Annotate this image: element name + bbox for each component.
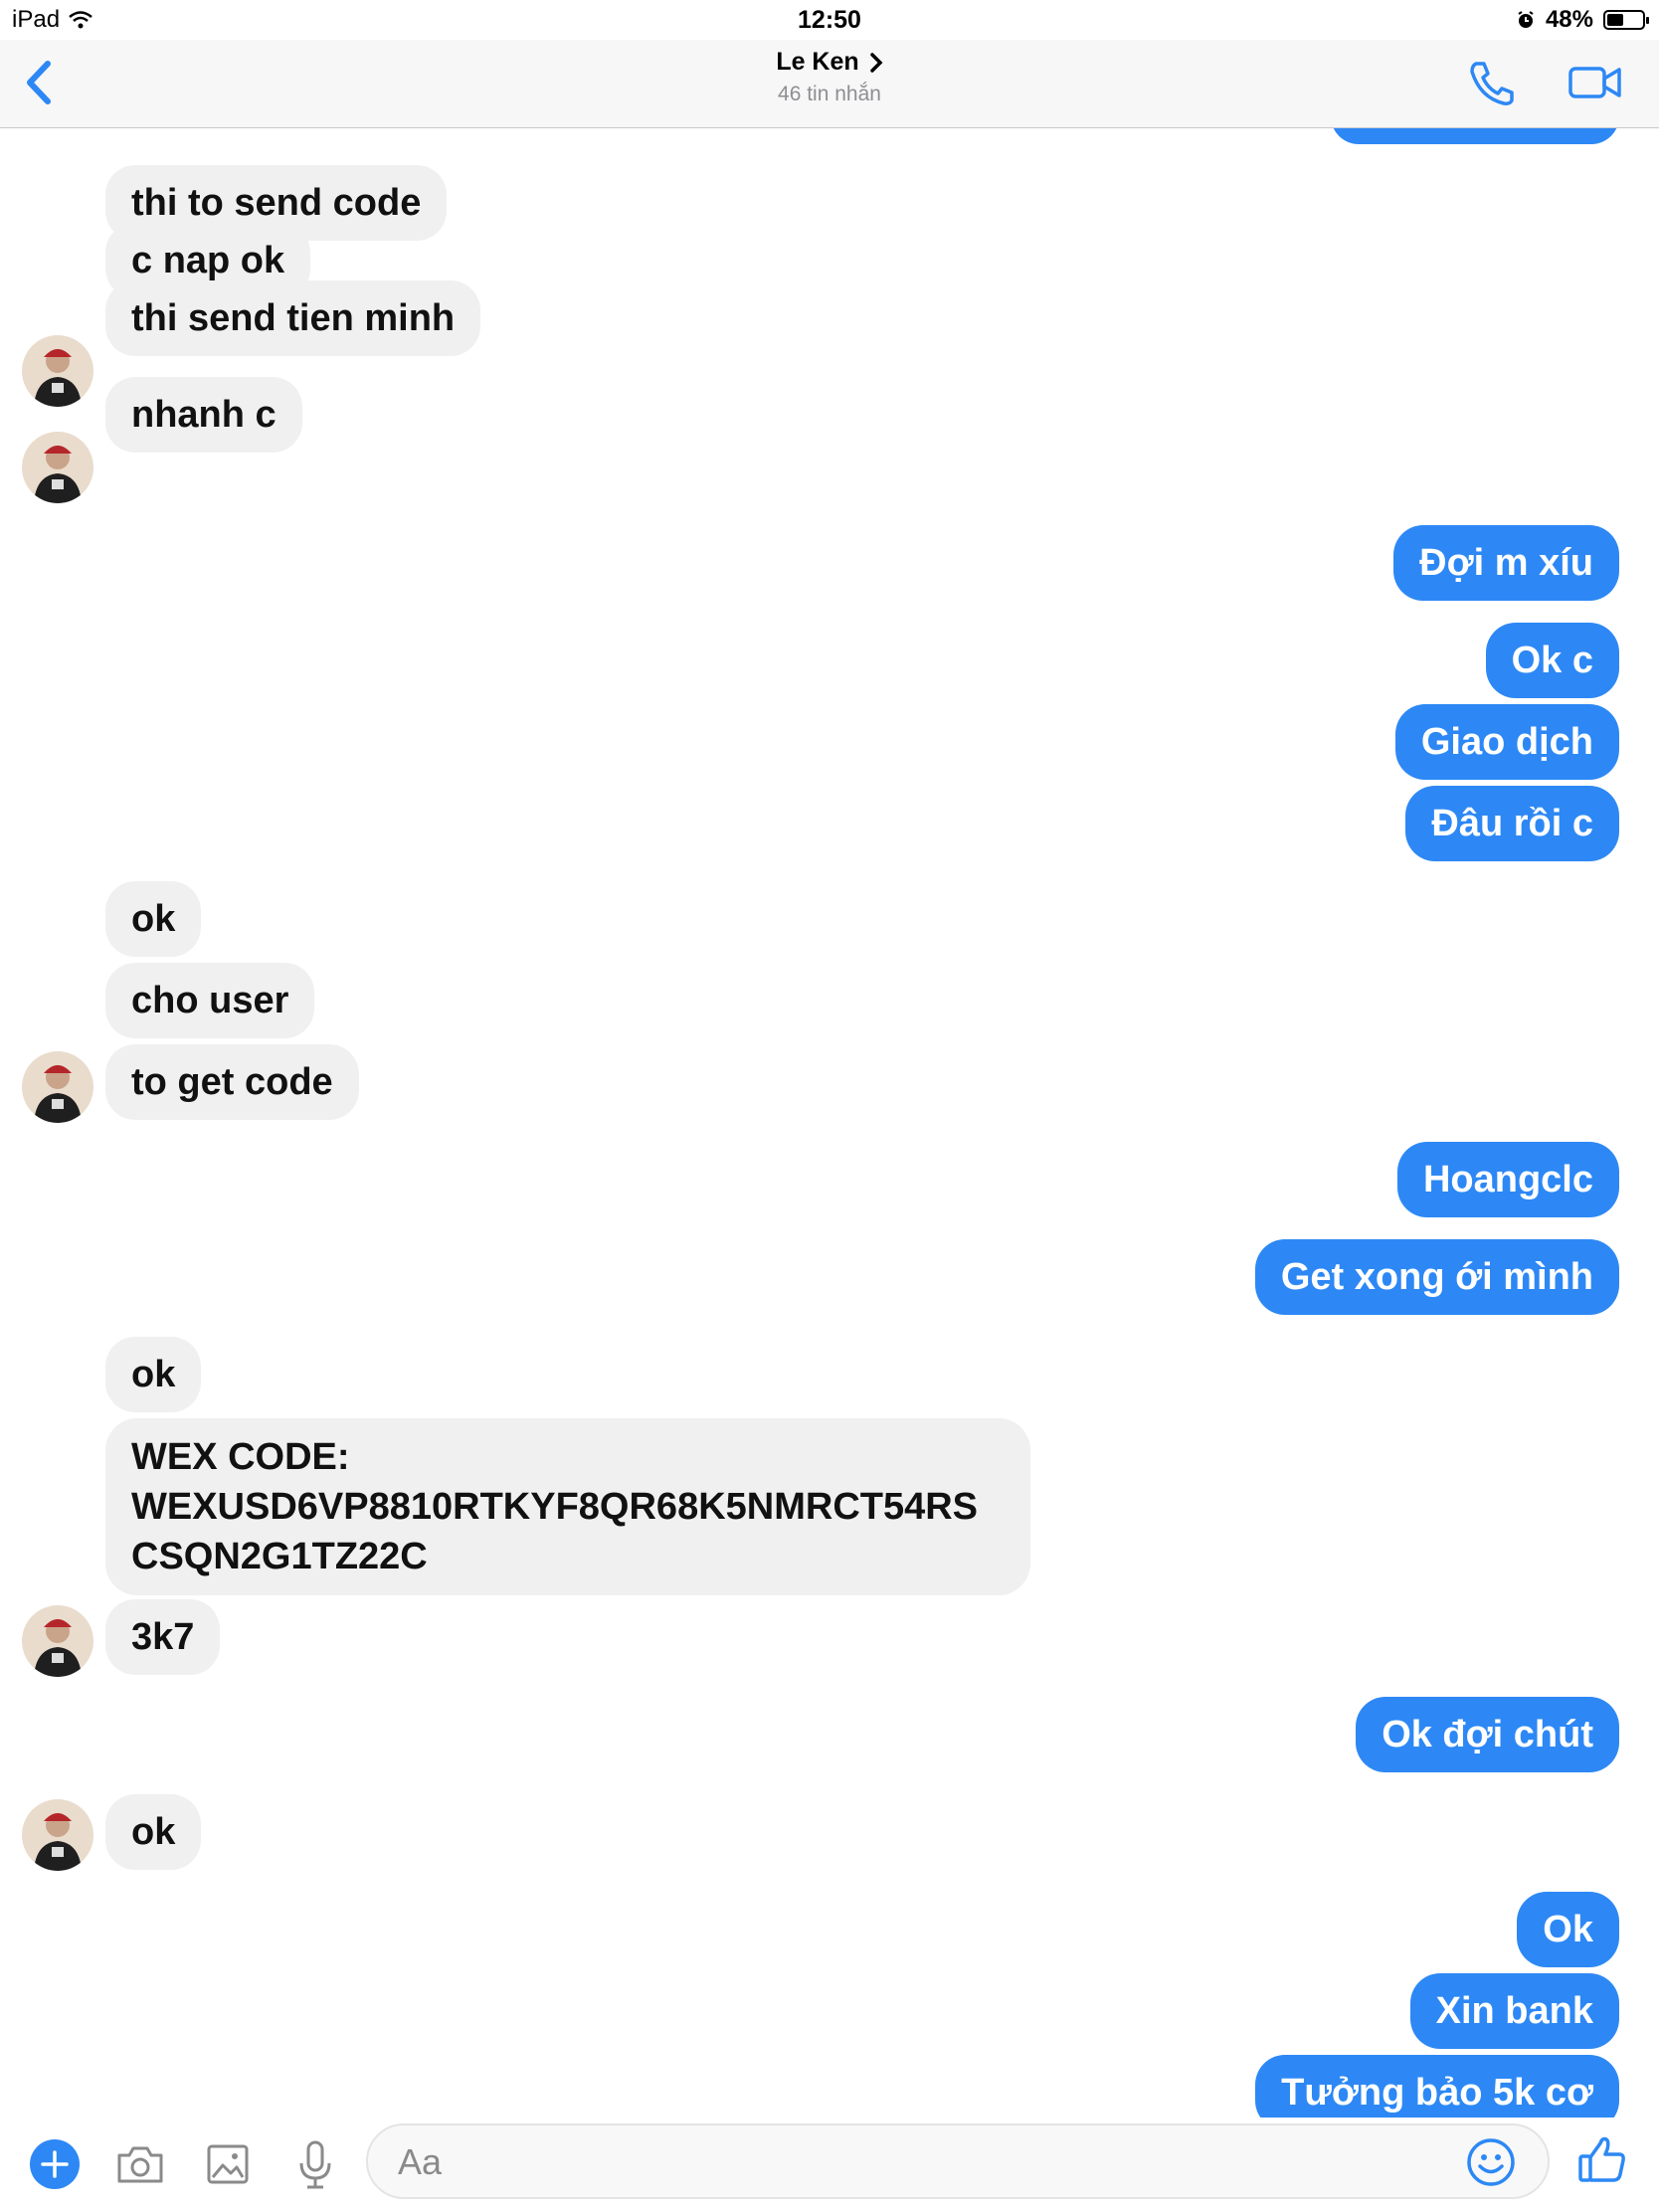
wex-code-message[interactable]: WEX CODE: WEXUSD6VP8810RTKYF8QR68K5NMRCT… — [105, 1418, 1030, 1595]
alarm-icon — [1518, 11, 1534, 28]
message-bubble-incoming[interactable]: thi send tien minh — [105, 280, 481, 356]
microphone-icon[interactable] — [288, 2137, 342, 2191]
message-bubble-outgoing[interactable]: Hoangclc — [1396, 1142, 1619, 1217]
contact-title[interactable]: Le Ken 46 tin nhắn — [0, 48, 1659, 106]
plus-icon[interactable] — [28, 2137, 82, 2191]
conversation-header: Le Ken 46 tin nhắn — [0, 40, 1659, 128]
message-input-box[interactable] — [366, 2123, 1550, 2199]
message-bubble-incoming[interactable]: ok — [105, 1794, 202, 1870]
message-bubble-incoming[interactable]: 3k7 — [105, 1599, 221, 1675]
emoji-icon[interactable] — [1464, 2135, 1518, 2189]
message-composer — [0, 2118, 1659, 2212]
message-bubble-outgoing[interactable]: Đợi m xíu — [1393, 525, 1619, 601]
message-bubble-incoming[interactable]: ok — [105, 881, 202, 957]
clock: 12:50 — [798, 6, 861, 34]
message-count: 46 tin nhắn — [778, 83, 881, 105]
contact-avatar[interactable] — [22, 1051, 93, 1123]
message-bubble-outgoing[interactable]: Get xong ới mình — [1254, 1239, 1619, 1315]
message-bubble-outgoing[interactable]: Đâu rồi c — [1405, 786, 1619, 861]
message-bubble-outgoing[interactable] — [1331, 128, 1619, 144]
contact-avatar[interactable] — [22, 432, 93, 503]
battery-percent: 48% — [1545, 6, 1593, 33]
message-bubble-incoming[interactable]: nhanh c — [105, 377, 302, 453]
contact-avatar[interactable] — [22, 1799, 93, 1871]
message-bubble-incoming[interactable]: cho user — [105, 963, 315, 1038]
status-bar: iPad 12:50 48% — [0, 0, 1659, 40]
message-bubble-outgoing[interactable]: Ok — [1517, 1892, 1619, 1967]
chevron-right-icon — [869, 52, 883, 73]
contact-avatar[interactable] — [22, 335, 93, 407]
contact-avatar[interactable] — [22, 1605, 93, 1677]
battery-level — [1607, 14, 1623, 26]
message-bubble-outgoing[interactable]: Ok c — [1485, 623, 1619, 698]
message-bubble-incoming[interactable]: to get code — [105, 1044, 359, 1120]
message-bubble-outgoing[interactable]: Tưởng bảo 5k cơ — [1255, 2055, 1619, 2118]
message-input[interactable] — [396, 2139, 1434, 2185]
battery-icon — [1603, 10, 1649, 30]
message-bubble-incoming[interactable]: ok — [105, 1337, 202, 1412]
message-bubble-outgoing[interactable]: Xin bank — [1409, 1973, 1619, 2049]
message-bubble-outgoing[interactable]: Giao dịch — [1394, 704, 1619, 780]
contact-name: Le Ken — [776, 48, 859, 76]
message-bubble-outgoing[interactable]: Ok đợi chút — [1356, 1697, 1619, 1772]
message-list[interactable]: thi to send code c nap ok thi send tien … — [0, 128, 1659, 2118]
camera-icon[interactable] — [113, 2137, 167, 2191]
phone-icon[interactable] — [1464, 58, 1520, 107]
video-icon[interactable] — [1567, 58, 1623, 107]
image-icon[interactable] — [201, 2137, 255, 2191]
thumbs-up-icon[interactable] — [1575, 2133, 1629, 2187]
